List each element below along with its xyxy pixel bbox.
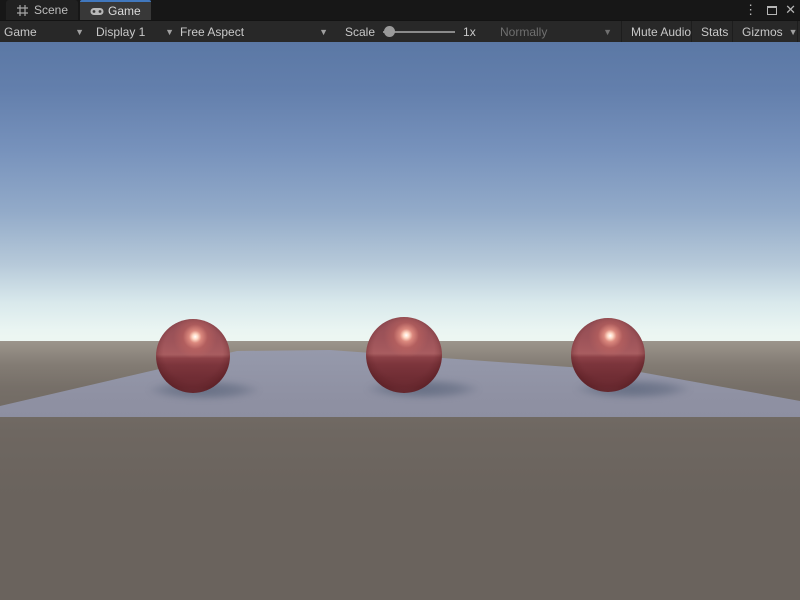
game-view-toolbar: Game ▼ Display 1 ▼ Free Aspect ▼ Scale 1… — [0, 20, 800, 42]
maximize-icon[interactable] — [767, 6, 777, 15]
window-controls: ⋮ ✕ — [742, 0, 796, 20]
game-viewport[interactable] — [0, 42, 800, 600]
scale-slider[interactable] — [383, 21, 455, 42]
gamepad-icon — [90, 5, 103, 18]
red-sphere-middle — [366, 317, 442, 393]
chevron-down-icon: ▼ — [603, 27, 612, 37]
aspect-ratio-label: Free Aspect — [180, 25, 244, 39]
game-view-menu-label: Game — [4, 25, 37, 39]
red-sphere-left — [156, 319, 230, 393]
skybox — [0, 42, 800, 342]
chevron-down-icon: ▼ — [319, 27, 328, 37]
play-mode-dropdown[interactable]: Normally ▼ — [500, 21, 618, 42]
chevron-down-icon: ▼ — [75, 27, 84, 37]
game-view-menu-dropdown[interactable]: Game ▼ — [4, 21, 92, 42]
unity-game-window: Scene Game ⋮ ✕ Game ▼ Display 1 ▼ — [0, 0, 800, 600]
tab-scene-label: Scene — [34, 3, 68, 17]
display-dropdown-label: Display 1 — [96, 25, 145, 39]
red-sphere-right — [571, 318, 645, 392]
display-dropdown[interactable]: Display 1 ▼ — [96, 21, 176, 42]
stats-button[interactable]: Stats — [691, 21, 737, 42]
tab-game-label: Game — [108, 4, 141, 18]
grid-icon — [16, 4, 29, 17]
scale-value: 1x — [463, 25, 476, 39]
tab-scene[interactable]: Scene — [6, 0, 78, 20]
tab-game[interactable]: Game — [80, 0, 151, 20]
chevron-down-icon: ▼ — [165, 27, 174, 37]
kebab-menu-icon[interactable]: ⋮ — [742, 2, 759, 18]
scale-slider-thumb[interactable] — [384, 26, 395, 37]
chevron-down-icon: ▼ — [789, 27, 798, 37]
mute-audio-label: Mute Audio — [631, 25, 691, 39]
scale-label: Scale — [345, 25, 375, 39]
tab-bar: Scene Game ⋮ ✕ — [0, 0, 800, 20]
play-mode-label: Normally — [500, 25, 547, 39]
close-icon[interactable]: ✕ — [785, 5, 796, 15]
mute-audio-button[interactable]: Mute Audio — [621, 21, 700, 42]
scale-control: Scale 1x — [345, 21, 480, 42]
aspect-ratio-dropdown[interactable]: Free Aspect ▼ — [180, 21, 332, 42]
gizmos-label: Gizmos — [742, 25, 783, 39]
gizmos-dropdown[interactable]: Gizmos ▼ — [732, 21, 798, 42]
stats-label: Stats — [701, 25, 728, 39]
